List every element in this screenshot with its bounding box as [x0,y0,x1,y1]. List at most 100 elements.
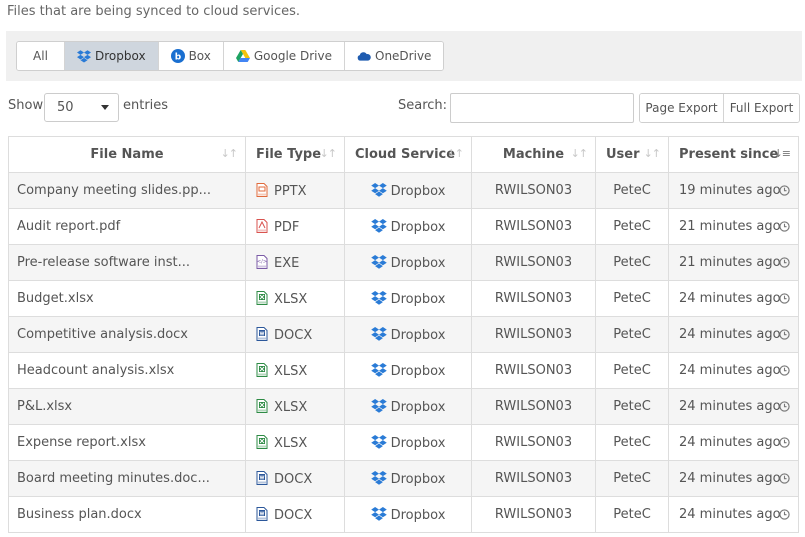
user: PeteC [613,399,651,414]
user-cell: PeteC [595,208,669,245]
cloud-service-cell: Dropbox [344,388,472,425]
sort-icon: ↓↑ [446,147,464,160]
table-row[interactable]: Audit report.pdf PDF Dropbox RWILSON03 P… [8,208,799,245]
machine: RWILSON03 [494,363,573,378]
file-type-cell: DOCX [245,460,345,497]
present-since-cell: 24 minutes ago [668,352,799,389]
dropbox-icon [77,49,91,63]
file-type: DOCX [274,507,313,523]
clock-icon [779,329,790,344]
table-row[interactable]: P&L.xlsx XLSX Dropbox RWILSON03 PeteC 24… [8,388,799,425]
column-header-present-since[interactable]: Present since ↓≡ [668,136,799,173]
clock-icon [779,473,790,488]
machine: RWILSON03 [494,183,573,198]
user: PeteC [613,255,651,270]
machine-cell: RWILSON03 [471,280,596,317]
powerpoint-file-icon [256,182,268,197]
clock-icon [779,185,790,200]
file-type: XLSX [274,363,308,379]
clock-icon [779,257,790,272]
filter-all-button[interactable]: All [17,42,65,70]
machine-cell: RWILSON03 [471,388,596,425]
file-name: Budget.xlsx [17,291,94,306]
file-type-cell: DOCX [245,316,345,353]
user: PeteC [613,291,651,306]
machine-cell: RWILSON03 [471,496,596,533]
sort-icon: ↓↑ [643,147,661,160]
clock-icon [779,437,790,452]
file-name: P&L.xlsx [17,399,73,414]
table-row[interactable]: Budget.xlsx XLSX Dropbox RWILSON03 PeteC… [8,280,799,317]
present-since: 21 minutes ago [679,255,781,270]
machine-cell: RWILSON03 [471,424,596,461]
filter-onedrive-button[interactable]: OneDrive [345,42,444,70]
entries-per-page-select[interactable]: 50 [44,93,119,122]
file-name: Competitive analysis.docx [17,327,188,342]
filter-google-drive-button[interactable]: Google Drive [223,42,345,70]
column-header-label: Machine [502,147,565,162]
file-name: Expense report.xlsx [17,435,146,450]
column-header-user[interactable]: User ↓↑ [595,136,669,173]
file-name: Headcount analysis.xlsx [17,363,175,378]
machine: RWILSON03 [494,435,573,450]
table-row[interactable]: Business plan.docx DOCX Dropbox RWILSON0… [8,496,799,533]
dropbox-icon [370,470,387,485]
clock-icon [779,365,790,380]
cloud-service-cell: Dropbox [344,316,472,353]
machine: RWILSON03 [494,471,573,486]
column-header-machine[interactable]: Machine ↓↑ [471,136,596,173]
file-type-cell: XLSX [245,280,345,317]
table-row[interactable]: Board meeting minutes.doc... DOCX Dropbo… [8,460,799,497]
column-header-file-type[interactable]: File Type ↓↑ [245,136,345,173]
table-row[interactable]: Pre-release software inst... </> EXE Drop… [8,244,799,281]
table-row[interactable]: Headcount analysis.xlsx XLSX Dropbox RWI… [8,352,799,389]
file-name-cell: Company meeting slides.pp... [8,172,246,209]
cloud-service-cell: Dropbox [344,244,472,281]
svg-text:</>: </> [257,259,267,265]
filter-google-drive-label: Google Drive [253,49,332,63]
file-name: Audit report.pdf [17,219,121,234]
present-since-cell: 24 minutes ago [668,316,799,353]
full-export-button[interactable]: Full Export [724,94,799,122]
executable-file-icon: </> [256,254,268,269]
file-type-cell: XLSX [245,388,345,425]
search-input[interactable] [450,93,634,123]
user-cell: PeteC [595,316,669,353]
file-name-cell: Pre-release software inst... [8,244,246,281]
cloud-service: Dropbox [390,363,446,379]
present-since-cell: 21 minutes ago [668,244,799,281]
sort-icon: ↓↑ [570,147,588,160]
box-icon: b [170,49,185,63]
user-cell: PeteC [595,172,669,209]
filter-box-button[interactable]: b Box [158,42,224,70]
filter-all-label: All [33,49,48,63]
column-header-label: User [606,147,640,162]
file-type: XLSX [274,399,308,415]
present-since-cell: 19 minutes ago [668,172,799,209]
file-name: Pre-release software inst... [17,255,190,270]
table-row[interactable]: Competitive analysis.docx DOCX Dropbox R… [8,316,799,353]
present-since-cell: 24 minutes ago [668,280,799,317]
file-type-cell: XLSX [245,424,345,461]
user-cell: PeteC [595,496,669,533]
table-row[interactable]: Company meeting slides.pp... PPTX Dropbo… [8,172,799,209]
google-drive-icon [235,49,250,63]
filter-dropbox-button[interactable]: Dropbox [65,42,159,70]
cloud-service: Dropbox [390,291,446,307]
clock-icon [779,401,790,416]
present-since-cell: 24 minutes ago [668,496,799,533]
file-type-cell: XLSX [245,352,345,389]
table-row[interactable]: Expense report.xlsx XLSX Dropbox RWILSON… [8,424,799,461]
page-export-button[interactable]: Page Export [640,94,724,122]
machine-cell: RWILSON03 [471,352,596,389]
user: PeteC [613,327,651,342]
file-type: DOCX [274,327,313,343]
entries-label: entries [123,98,169,113]
cloud-service: Dropbox [390,219,446,235]
column-header-cloud-service[interactable]: Cloud Service ↓↑ [344,136,472,173]
onedrive-icon [357,49,371,63]
dropbox-icon [370,434,387,449]
file-type: PPTX [274,183,307,199]
column-header-file-name[interactable]: File Name ↓↑ [8,136,246,173]
user-cell: PeteC [595,280,669,317]
